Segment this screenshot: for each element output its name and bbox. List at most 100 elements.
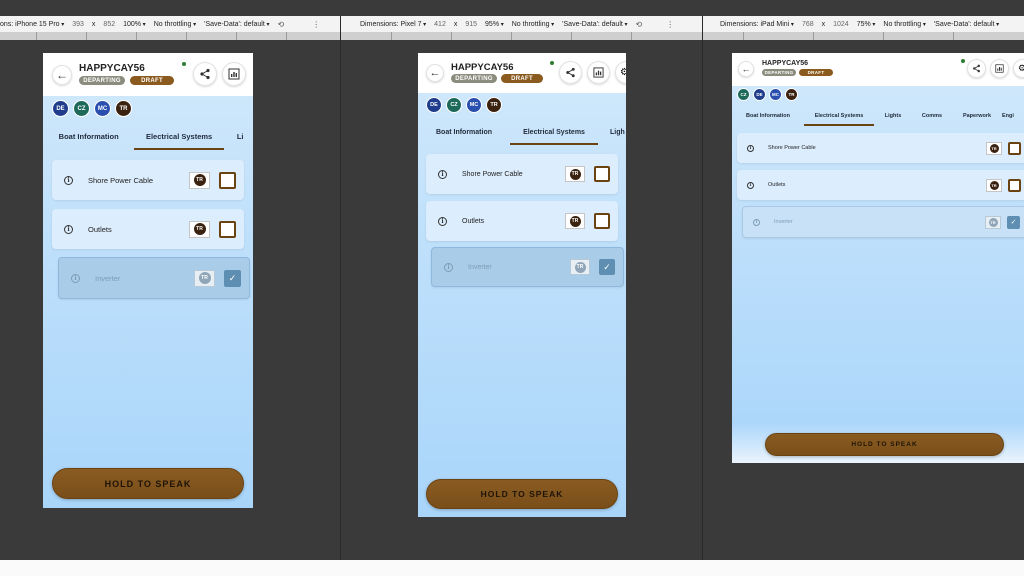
info-icon[interactable]: i — [747, 181, 754, 189]
dimension-separator: x — [91, 20, 96, 28]
zoom-select[interactable]: 95% — [485, 21, 504, 28]
height-input[interactable]: 852 — [103, 21, 115, 28]
info-icon[interactable]: i — [64, 175, 73, 185]
device-select[interactable]: Dimensions: Pixel 7 — [360, 21, 426, 28]
report-chart-icon[interactable] — [587, 61, 610, 84]
tab-paperwork[interactable]: Paperwork — [952, 106, 1002, 126]
zoom-select[interactable]: 100% — [123, 21, 146, 28]
checklist-checkbox[interactable] — [1008, 178, 1021, 192]
assignee-tag[interactable]: TR — [565, 166, 585, 182]
tab-comms[interactable]: Comms — [912, 106, 952, 126]
device-select[interactable]: Dimensions: iPad Mini — [720, 21, 794, 28]
checklist-checkbox[interactable] — [219, 220, 236, 238]
share-icon[interactable] — [193, 62, 217, 86]
width-input[interactable]: 393 — [72, 21, 84, 28]
assignee-tag[interactable]: TR — [189, 171, 210, 189]
checklist-item-completed[interactable]: i Inverter TR ✓ — [431, 247, 624, 287]
checklist-item-completed[interactable]: i Inverter TR ✓ — [742, 206, 1024, 238]
tab-lights[interactable]: Li — [224, 123, 253, 150]
tab-boat-information[interactable]: Boat Information — [43, 123, 134, 150]
avatar[interactable]: DE — [52, 100, 69, 117]
checklist-item[interactable]: i Shore Power Cable TR — [737, 133, 1024, 163]
back-arrow-icon[interactable]: ← — [738, 61, 754, 77]
avatar[interactable]: DE — [753, 88, 766, 101]
hold-to-speak-button[interactable]: HOLD TO SPEAK — [52, 468, 244, 499]
zoom-select[interactable]: 75% — [857, 21, 876, 28]
throttle-select[interactable]: No throttling — [883, 21, 925, 28]
tab-engine[interactable]: Engi — [1002, 106, 1024, 126]
checklist-item[interactable]: i Shore Power Cable TR — [52, 160, 244, 200]
throttle-select[interactable]: No throttling — [512, 21, 554, 28]
info-icon[interactable]: i — [71, 273, 80, 283]
height-input[interactable]: 1024 — [833, 21, 849, 28]
checklist-item[interactable]: i Shore Power Cable TR — [426, 154, 618, 194]
info-icon[interactable]: i — [438, 216, 447, 226]
checklist-item-completed[interactable]: i Inverter TR ✓ — [58, 257, 250, 299]
checklist-item[interactable]: i Outlets TR — [426, 201, 618, 241]
assignee-initials: TR — [574, 261, 586, 273]
height-input[interactable]: 915 — [465, 21, 477, 28]
avatar[interactable]: CZ — [737, 88, 750, 101]
assignee-tag[interactable]: TR — [565, 213, 585, 229]
checklist-checkbox[interactable] — [594, 166, 610, 182]
checklist-checkbox[interactable] — [1008, 141, 1021, 155]
tab-lights[interactable]: Lights — [874, 106, 912, 126]
tab-electrical-systems[interactable]: Electrical Systems — [510, 119, 598, 145]
hold-to-speak-button[interactable]: HOLD TO SPEAK — [765, 433, 1004, 456]
info-icon[interactable]: i — [747, 144, 754, 152]
hold-to-speak-button[interactable]: HOLD TO SPEAK — [426, 479, 618, 509]
save-data-select[interactable]: 'Save-Data': default — [204, 21, 269, 28]
rotate-icon[interactable]: ⟲ — [277, 20, 284, 29]
back-arrow-icon[interactable]: ← — [426, 64, 444, 82]
share-icon[interactable] — [967, 59, 986, 78]
tab-electrical-systems[interactable]: Electrical Systems — [804, 106, 874, 126]
checklist-checkbox[interactable] — [219, 171, 236, 189]
tab-boat-information[interactable]: Boat Information — [732, 106, 804, 126]
assignee-tag[interactable]: TR — [986, 178, 1002, 192]
report-chart-icon[interactable] — [222, 62, 246, 86]
info-icon[interactable]: i — [444, 262, 453, 272]
checklist-item[interactable]: i Outlets TR — [737, 170, 1024, 200]
throttle-select[interactable]: No throttling — [154, 21, 196, 28]
pane-divider[interactable] — [702, 16, 703, 560]
more-options-icon[interactable]: ⋮ — [312, 20, 320, 29]
tab-electrical-systems[interactable]: Electrical Systems — [134, 123, 225, 150]
checkmark-icon[interactable]: ✓ — [599, 259, 615, 275]
info-icon[interactable]: i — [753, 218, 760, 226]
avatar[interactable]: CZ — [73, 100, 90, 117]
save-data-select[interactable]: 'Save-Data': default — [562, 21, 627, 28]
pane-divider[interactable] — [340, 16, 341, 560]
info-icon[interactable]: i — [64, 224, 73, 234]
device-select[interactable]: ons: iPhone 15 Pro — [0, 21, 64, 28]
width-input[interactable]: 412 — [434, 21, 446, 28]
avatar[interactable]: DE — [426, 97, 442, 113]
checkmark-icon[interactable]: ✓ — [1007, 215, 1020, 229]
tab-boat-information[interactable]: Boat Information — [418, 119, 510, 145]
width-input[interactable]: 768 — [802, 21, 814, 28]
rotate-icon[interactable]: ⟲ — [636, 20, 643, 29]
assignee-tag[interactable]: TR — [570, 259, 590, 275]
share-icon[interactable] — [559, 61, 582, 84]
avatar[interactable]: CZ — [446, 97, 462, 113]
more-options-icon[interactable]: ⋮ — [666, 20, 674, 29]
avatar[interactable]: TR — [115, 100, 132, 117]
checkmark-icon[interactable]: ✓ — [224, 269, 241, 287]
back-arrow-icon[interactable]: ← — [52, 65, 72, 85]
avatar[interactable]: MC — [769, 88, 782, 101]
report-chart-icon[interactable] — [990, 59, 1009, 78]
save-data-select[interactable]: 'Save-Data': default — [934, 21, 999, 28]
checklist-item[interactable]: i Outlets TR — [52, 209, 244, 249]
avatar[interactable]: MC — [94, 100, 111, 117]
checklist-checkbox[interactable] — [594, 213, 610, 229]
avatar[interactable]: TR — [785, 88, 798, 101]
tab-lights[interactable]: Ligh — [598, 119, 626, 145]
avatar[interactable]: TR — [486, 97, 502, 113]
assignee-tag[interactable]: TR — [985, 215, 1001, 229]
info-icon[interactable]: i — [438, 169, 447, 179]
assignee-tag[interactable]: TR — [194, 269, 215, 287]
checklist-item-label: Inverter — [774, 219, 793, 225]
dimension-separator: x — [821, 20, 826, 28]
avatar[interactable]: MC — [466, 97, 482, 113]
assignee-tag[interactable]: TR — [189, 220, 210, 238]
assignee-tag[interactable]: TR — [986, 141, 1002, 155]
